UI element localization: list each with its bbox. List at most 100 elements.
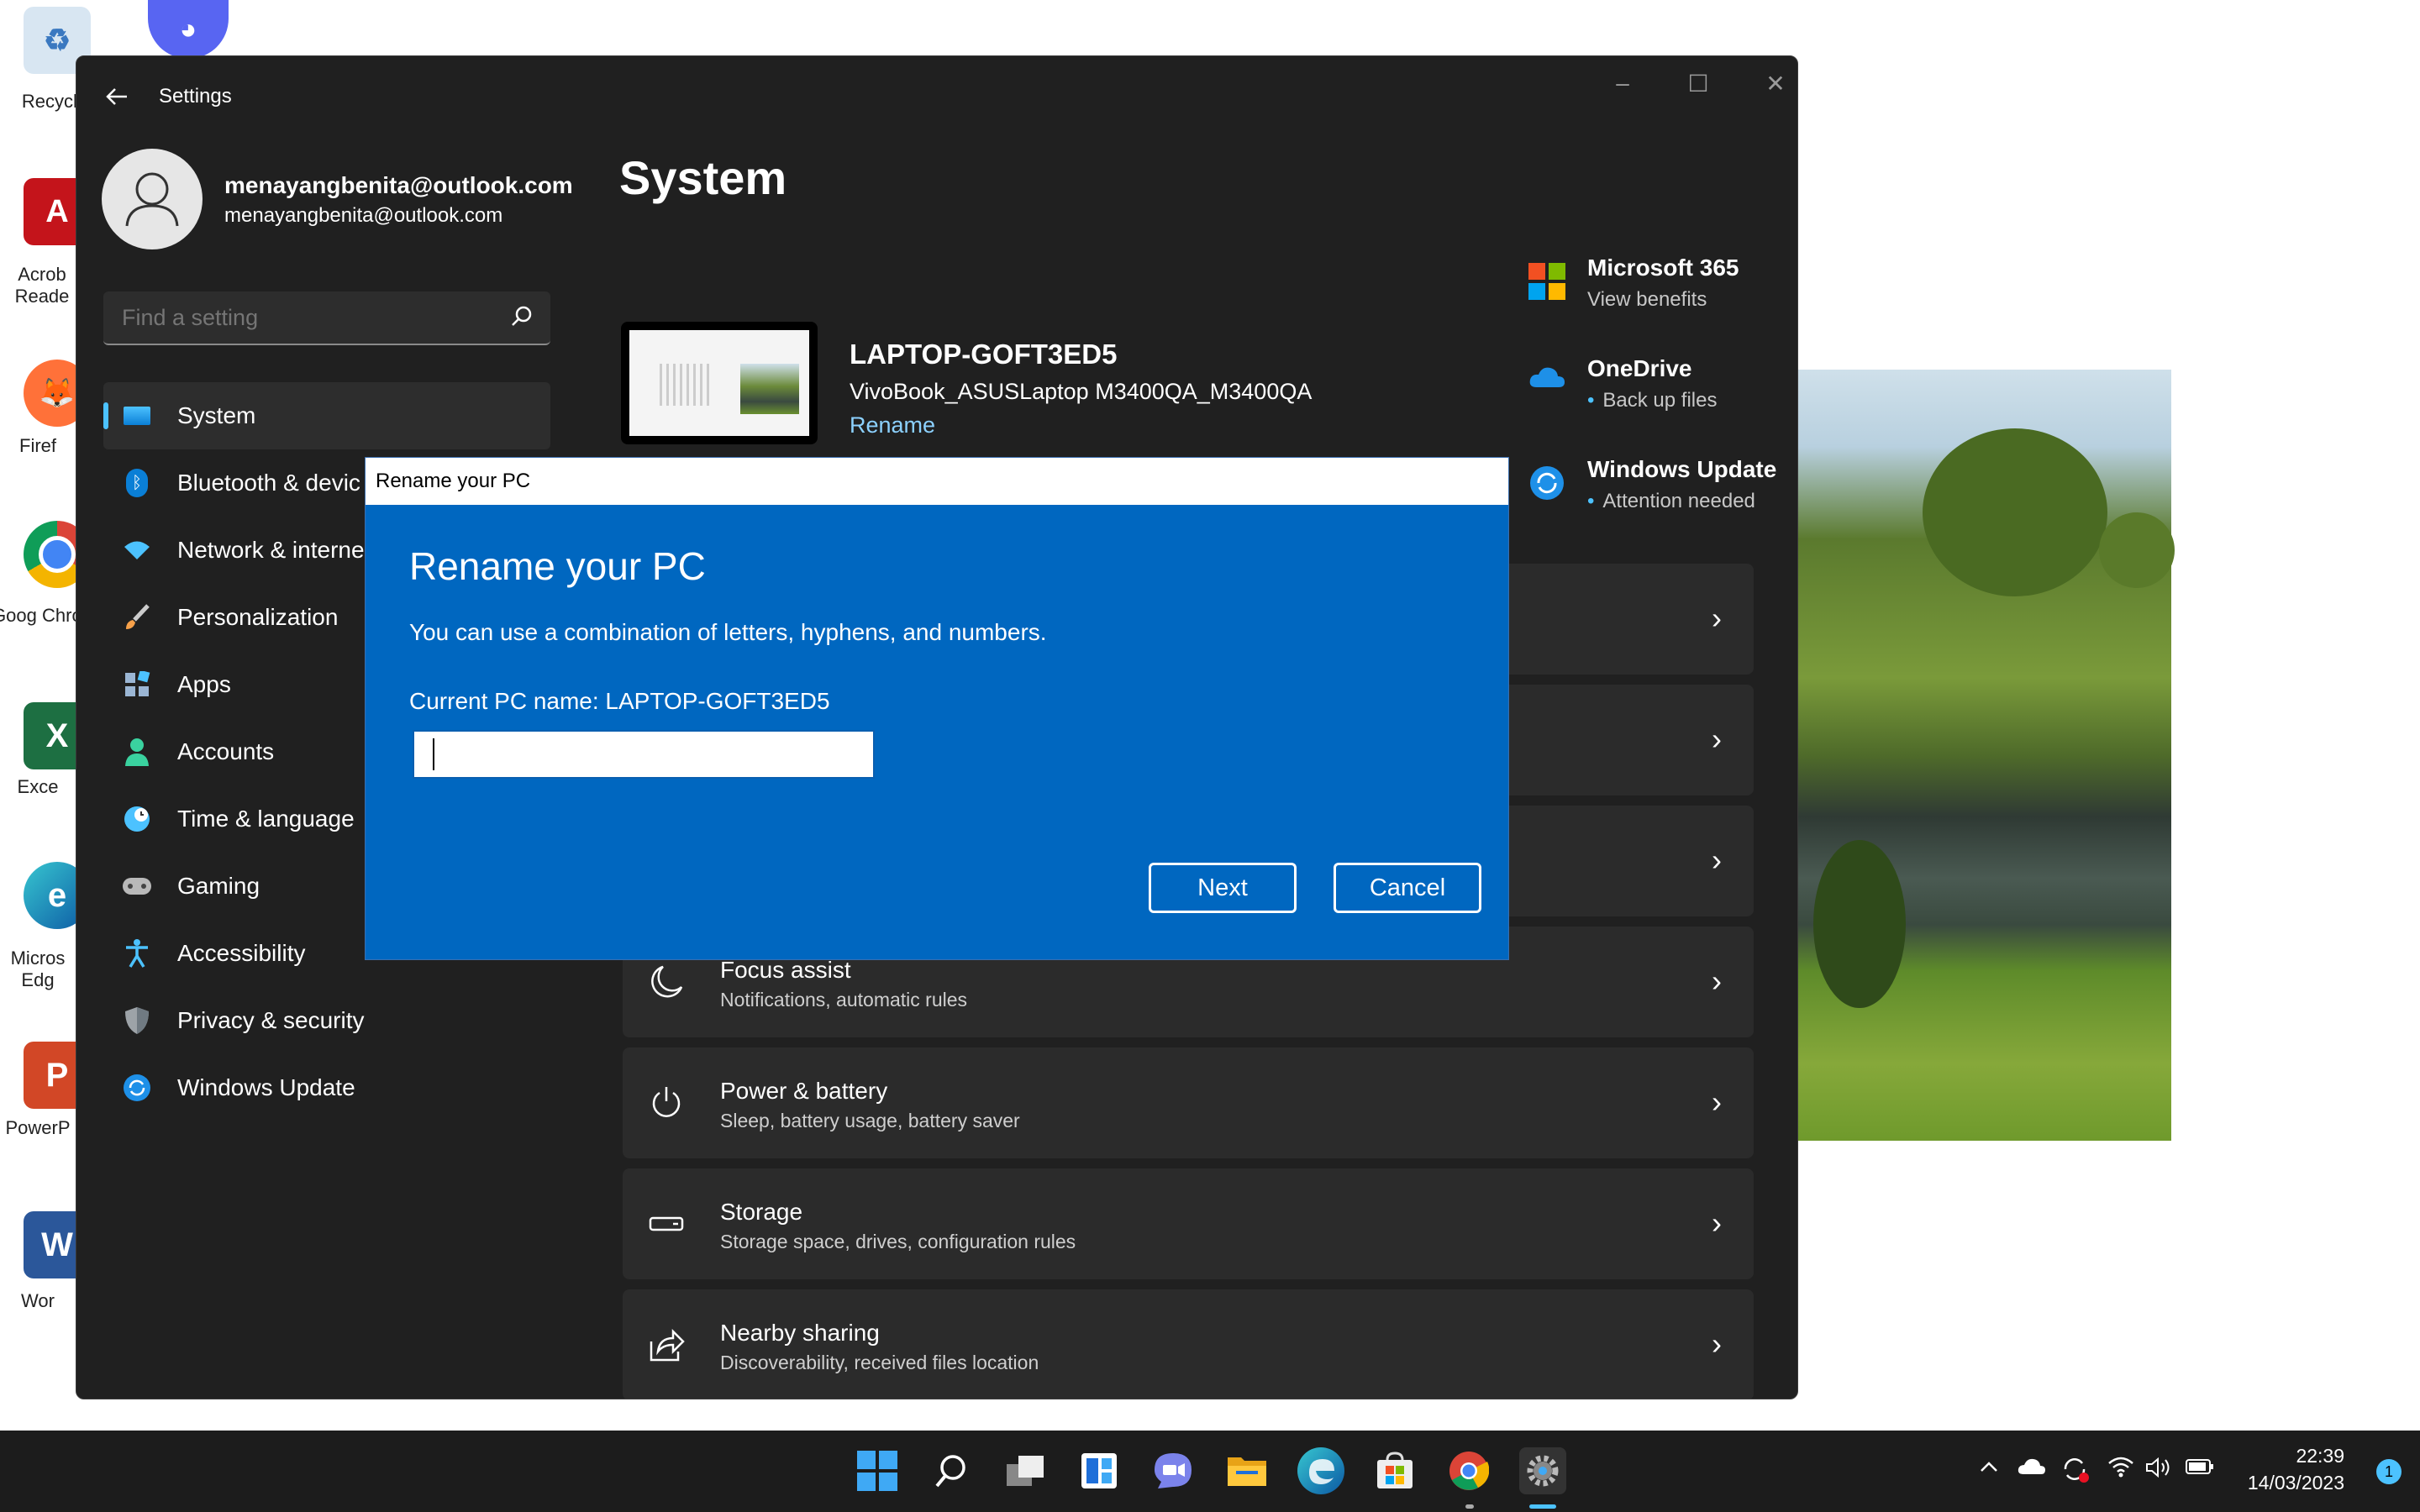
close-button[interactable]: ✕ [1750,70,1797,103]
rename-link[interactable]: Rename [850,412,935,438]
avatar[interactable] [102,149,203,249]
account-email: menayangbenita@outlook.com [224,204,503,227]
discord-icon[interactable]: ◕ [148,0,229,59]
sidebar-item-label: Privacy & security [177,1007,365,1033]
chevron-up-icon[interactable] [1978,1456,2000,1483]
word-label: Wor [21,1290,55,1311]
pc-model: VivoBook_ASUSLaptop M3400QA_M3400QA [850,379,1313,404]
quick-link-title: Windows Update [1587,456,1777,482]
firefox-label: Firef [19,435,56,456]
next-button[interactable]: Next [1149,863,1297,913]
dialog-heading: Rename your PC [409,544,706,588]
clock-date: 14/03/2023 [2247,1472,2344,1494]
quick-link-subtitle: • Back up files [1587,389,1718,412]
quick-link-subtitle: • Attention needed [1587,490,1755,512]
maximize-button[interactable]: ☐ [1673,70,1723,103]
settings-search[interactable] [103,291,550,345]
settings-gear-icon[interactable] [1519,1447,1566,1494]
row-subtitle: Storage space, drives, configuration rul… [720,1231,1076,1252]
moon-icon [648,963,685,1000]
chevron-right-icon: › [1712,843,1722,877]
sidebar-item-label: Apps [177,671,231,697]
account-name: menayangbenita@outlook.com [224,172,573,198]
wifi-icon[interactable] [2107,1456,2134,1483]
sidebar-item-label: Windows Update [177,1074,355,1100]
row-subtitle: Discoverability, received files location [720,1352,1039,1373]
sidebar-item-system[interactable]: System [103,382,550,449]
volume-icon[interactable] [2144,1456,2171,1485]
sync-alert-icon[interactable] [2060,1456,2091,1490]
chrome-icon[interactable] [1445,1447,1492,1494]
quick-link-subtitle-text: Attention needed [1602,490,1755,512]
file-explorer-icon[interactable] [1223,1447,1270,1494]
sidebar-item-label: Bluetooth & devic [177,470,360,496]
row-title: Nearby sharing [720,1320,880,1346]
sidebar-item-label: System [177,402,256,428]
person-icon [122,737,152,767]
settings-row-power-battery[interactable]: Power & battery Sleep, battery usage, ba… [623,1047,1754,1158]
row-title: Power & battery [720,1078,888,1104]
task-view-icon[interactable] [1002,1447,1049,1494]
chevron-right-icon: › [1712,601,1722,635]
sidebar-item-label: Accounts [177,738,275,764]
rename-pc-dialog: Rename your PC Rename your PC You can us… [365,457,1509,960]
accessibility-icon [122,938,152,969]
row-title: Focus assist [720,957,851,983]
row-subtitle: Notifications, automatic rules [720,989,968,1011]
monitor-icon [122,401,152,431]
row-title: Storage [720,1199,803,1225]
search-icon[interactable] [928,1447,975,1494]
powerpoint-label: PowerP [5,1117,71,1138]
new-pc-name-input[interactable] [413,730,875,779]
sidebar-item-label: Accessibility [177,940,306,966]
chevron-right-icon: › [1712,1326,1722,1361]
onedrive-tray-icon[interactable] [2017,1456,2047,1483]
window-title: Settings [159,85,232,108]
search-icon[interactable] [510,305,534,328]
minimize-button[interactable]: – [1597,70,1648,103]
sidebar-item-label: Network & interne [177,537,365,563]
back-arrow-icon[interactable] [102,81,132,112]
quick-link-subtitle: View benefits [1587,288,1707,311]
widgets-icon[interactable] [1076,1447,1123,1494]
wifi-icon [122,535,152,565]
person-icon [125,172,179,227]
title-bar: Settings – ☐ ✕ [76,56,1797,135]
clock-globe-icon [122,804,152,834]
battery-icon[interactable] [2185,1456,2215,1483]
brush-icon [122,602,152,633]
quick-link-title: Microsoft 365 [1587,255,1739,281]
chevron-right-icon: › [1712,1084,1722,1119]
update-icon [122,1073,152,1103]
search-input[interactable] [103,291,502,344]
windows-start-icon[interactable] [854,1447,901,1494]
quick-link-subtitle-text: Back up files [1602,389,1718,412]
share-icon [648,1326,685,1363]
teams-chat-icon[interactable] [1150,1447,1197,1494]
drive-icon [648,1205,685,1242]
sidebar-item-windows-update[interactable]: Windows Update [103,1054,550,1121]
notification-badge[interactable]: 1 [2376,1459,2402,1484]
sidebar-item-label: Time & language [177,806,355,832]
row-subtitle: Sleep, battery usage, battery saver [720,1110,1020,1131]
settings-row-storage[interactable]: Storage Storage space, drives, configura… [623,1168,1754,1279]
sidebar-item-privacy-security[interactable]: Privacy & security [103,987,550,1054]
taskbar: 22:39 14/03/2023 1 [0,1431,2420,1512]
gamepad-icon [122,871,152,901]
cancel-button[interactable]: Cancel [1334,863,1481,913]
page-title: System [619,151,787,204]
pc-thumbnail [621,322,818,444]
text-caret [433,738,434,770]
excel-label: Exce [17,776,59,797]
settings-row-nearby-sharing[interactable]: Nearby sharing Discoverability, received… [623,1289,1754,1399]
onedrive-cloud-icon [1529,367,1565,387]
clock-time: 22:39 [2296,1445,2344,1467]
dialog-description: You can use a combination of letters, hy… [409,619,1047,645]
microsoft-store-icon[interactable] [1371,1447,1418,1494]
windows-update-icon [1530,466,1564,500]
sidebar-item-label: Personalization [177,604,339,630]
edge-browser-icon[interactable] [1297,1447,1344,1494]
taskbar-clock[interactable]: 22:39 14/03/2023 [2248,1442,2344,1496]
microsoft-logo-icon [1528,263,1565,300]
current-pc-name: Current PC name: LAPTOP-GOFT3ED5 [409,688,830,714]
